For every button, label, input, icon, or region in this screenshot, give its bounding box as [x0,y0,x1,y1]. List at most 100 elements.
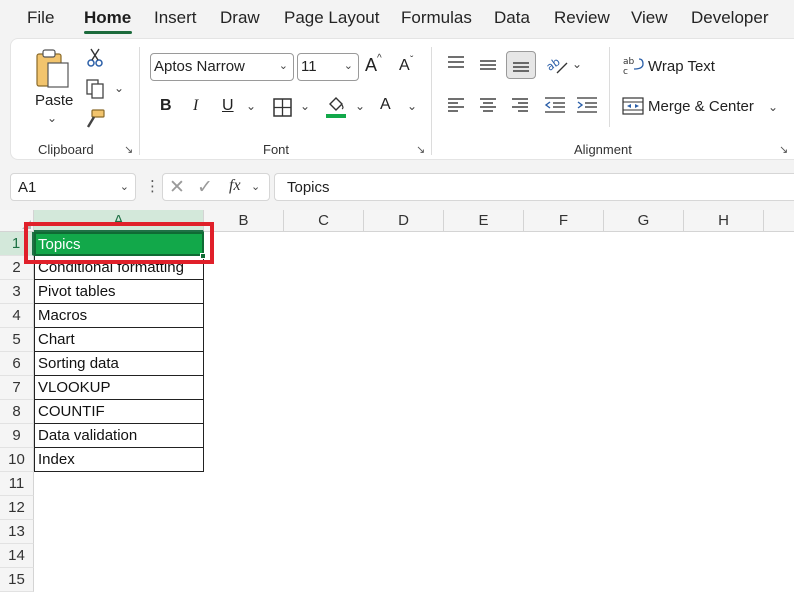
row-header-3[interactable]: 3 [0,280,34,304]
increase-font-size-button[interactable]: A [365,55,377,76]
tab-developer[interactable]: Developer [691,8,769,28]
cell-a3[interactable]: Pivot tables [34,280,204,304]
tab-page-layout[interactable]: Page Layout [284,8,379,28]
column-header-h[interactable]: H [684,210,764,232]
row-header-11[interactable]: 11 [0,472,34,496]
tab-home[interactable]: Home [84,8,131,28]
cell-a8[interactable]: COUNTIF [34,400,204,424]
font-color-dropdown-icon[interactable]: ⌄ [407,99,417,113]
row-header-5[interactable]: 5 [0,328,34,352]
cell-a5[interactable]: Chart [34,328,204,352]
column-header-partial[interactable] [764,210,794,232]
column-header-d[interactable]: D [364,210,444,232]
fill-color-dropdown-icon[interactable]: ⌄ [355,99,365,113]
tab-insert[interactable]: Insert [154,8,197,28]
group-separator [431,47,432,155]
align-top-icon[interactable] [445,53,467,73]
svg-text:ab: ab [623,57,635,67]
font-color-button[interactable]: A [380,96,391,114]
font-name-combobox[interactable]: Aptos Narrow ⌄ [150,53,294,81]
row-header-7[interactable]: 7 [0,376,34,400]
wrap-text-button[interactable]: Wrap Text [648,58,715,75]
worksheet-grid: A B C D E F G H 1 2 3 4 5 6 7 8 9 10 11 … [0,210,794,609]
formula-input[interactable]: Topics [274,173,794,201]
format-painter-icon[interactable] [83,107,107,131]
column-header-f[interactable]: F [524,210,604,232]
row-header-9[interactable]: 9 [0,424,34,448]
align-bottom-icon[interactable] [506,51,536,79]
name-box-value: A1 [18,179,37,196]
paste-label[interactable]: Paste [35,92,73,109]
row-header-10[interactable]: 10 [0,448,34,472]
font-dialog-launcher-icon[interactable]: ↘ [416,143,425,156]
svg-text:c: c [623,67,628,75]
merge-center-dropdown-icon[interactable]: ⌄ [768,100,778,114]
row-header-4[interactable]: 4 [0,304,34,328]
decrease-font-size-button[interactable]: A [399,57,410,75]
tab-view[interactable]: View [631,8,668,28]
chevron-down-icon: ⌄ [343,60,353,72]
tab-data[interactable]: Data [494,8,530,28]
align-middle-icon[interactable] [477,55,499,75]
column-header-b[interactable]: B [204,210,284,232]
insert-function-button[interactable]: fx [229,177,241,195]
copy-dropdown-icon[interactable]: ⌄ [114,81,124,95]
tab-formulas[interactable]: Formulas [401,8,472,28]
row-header-12[interactable]: 12 [0,496,34,520]
ribbon: Paste ⌄ ⌄ Clipboard ↘ Aptos Narrow ⌄ 11 … [10,38,794,160]
merge-center-button[interactable]: Merge & Center [648,98,754,115]
alignment-dialog-launcher-icon[interactable]: ↘ [779,143,788,156]
borders-icon[interactable] [271,96,293,118]
cell-a9[interactable]: Data validation [34,424,204,448]
chevron-down-icon[interactable]: ⌄ [251,180,260,193]
cut-icon[interactable] [84,47,106,69]
clipboard-group-label: Clipboard [38,142,94,157]
copy-icon[interactable] [83,77,107,101]
row-header-6[interactable]: 6 [0,352,34,376]
cancel-icon[interactable]: ✕ [169,176,185,199]
column-header-e[interactable]: E [444,210,524,232]
tab-file[interactable]: File [27,8,54,28]
row-header-8[interactable]: 8 [0,400,34,424]
tab-review[interactable]: Review [554,8,610,28]
caret-up-icon: ^ [377,53,382,64]
cell-a7[interactable]: VLOOKUP [34,376,204,400]
cell-a4[interactable]: Macros [34,304,204,328]
more-options-icon[interactable]: ⋮ [145,177,160,195]
formula-buttons: ✕ ✓ fx ⌄ [162,173,270,201]
italic-button[interactable]: I [193,97,198,115]
align-left-icon[interactable] [445,95,467,115]
cell-a10[interactable]: Index [34,448,204,472]
name-box[interactable]: A1 ⌄ [10,173,136,201]
chevron-down-icon: ⌄ [278,60,288,72]
fill-color-icon[interactable] [324,94,348,120]
bold-button[interactable]: B [160,97,172,115]
active-tab-indicator [84,31,132,34]
clipboard-dialog-launcher-icon[interactable]: ↘ [124,143,133,156]
increase-indent-icon[interactable] [575,95,599,115]
orientation-dropdown-icon[interactable]: ⌄ [572,57,582,71]
tab-draw[interactable]: Draw [220,8,260,28]
column-header-g[interactable]: G [604,210,684,232]
align-right-icon[interactable] [509,95,531,115]
row-header-14[interactable]: 14 [0,544,34,568]
column-header-c[interactable]: C [284,210,364,232]
orientation-icon[interactable]: ab [544,52,570,76]
enter-icon[interactable]: ✓ [197,176,213,199]
wrap-text-icon[interactable]: ab c [621,54,645,76]
chevron-down-icon: ⌄ [119,181,129,193]
underline-dropdown-icon[interactable]: ⌄ [246,99,256,113]
underline-button[interactable]: U [222,97,234,115]
paste-icon[interactable] [33,47,73,91]
row-header-15[interactable]: 15 [0,568,34,592]
font-size-combobox[interactable]: 11 ⌄ [297,53,359,81]
group-separator [609,47,610,127]
cell-a6[interactable]: Sorting data [34,352,204,376]
row-header-13[interactable]: 13 [0,520,34,544]
merge-center-icon[interactable] [621,95,645,117]
align-center-icon[interactable] [477,95,499,115]
borders-dropdown-icon[interactable]: ⌄ [300,99,310,113]
caret-down-icon: ˇ [410,55,414,66]
paste-dropdown-icon[interactable]: ⌄ [47,111,57,125]
decrease-indent-icon[interactable] [543,95,567,115]
